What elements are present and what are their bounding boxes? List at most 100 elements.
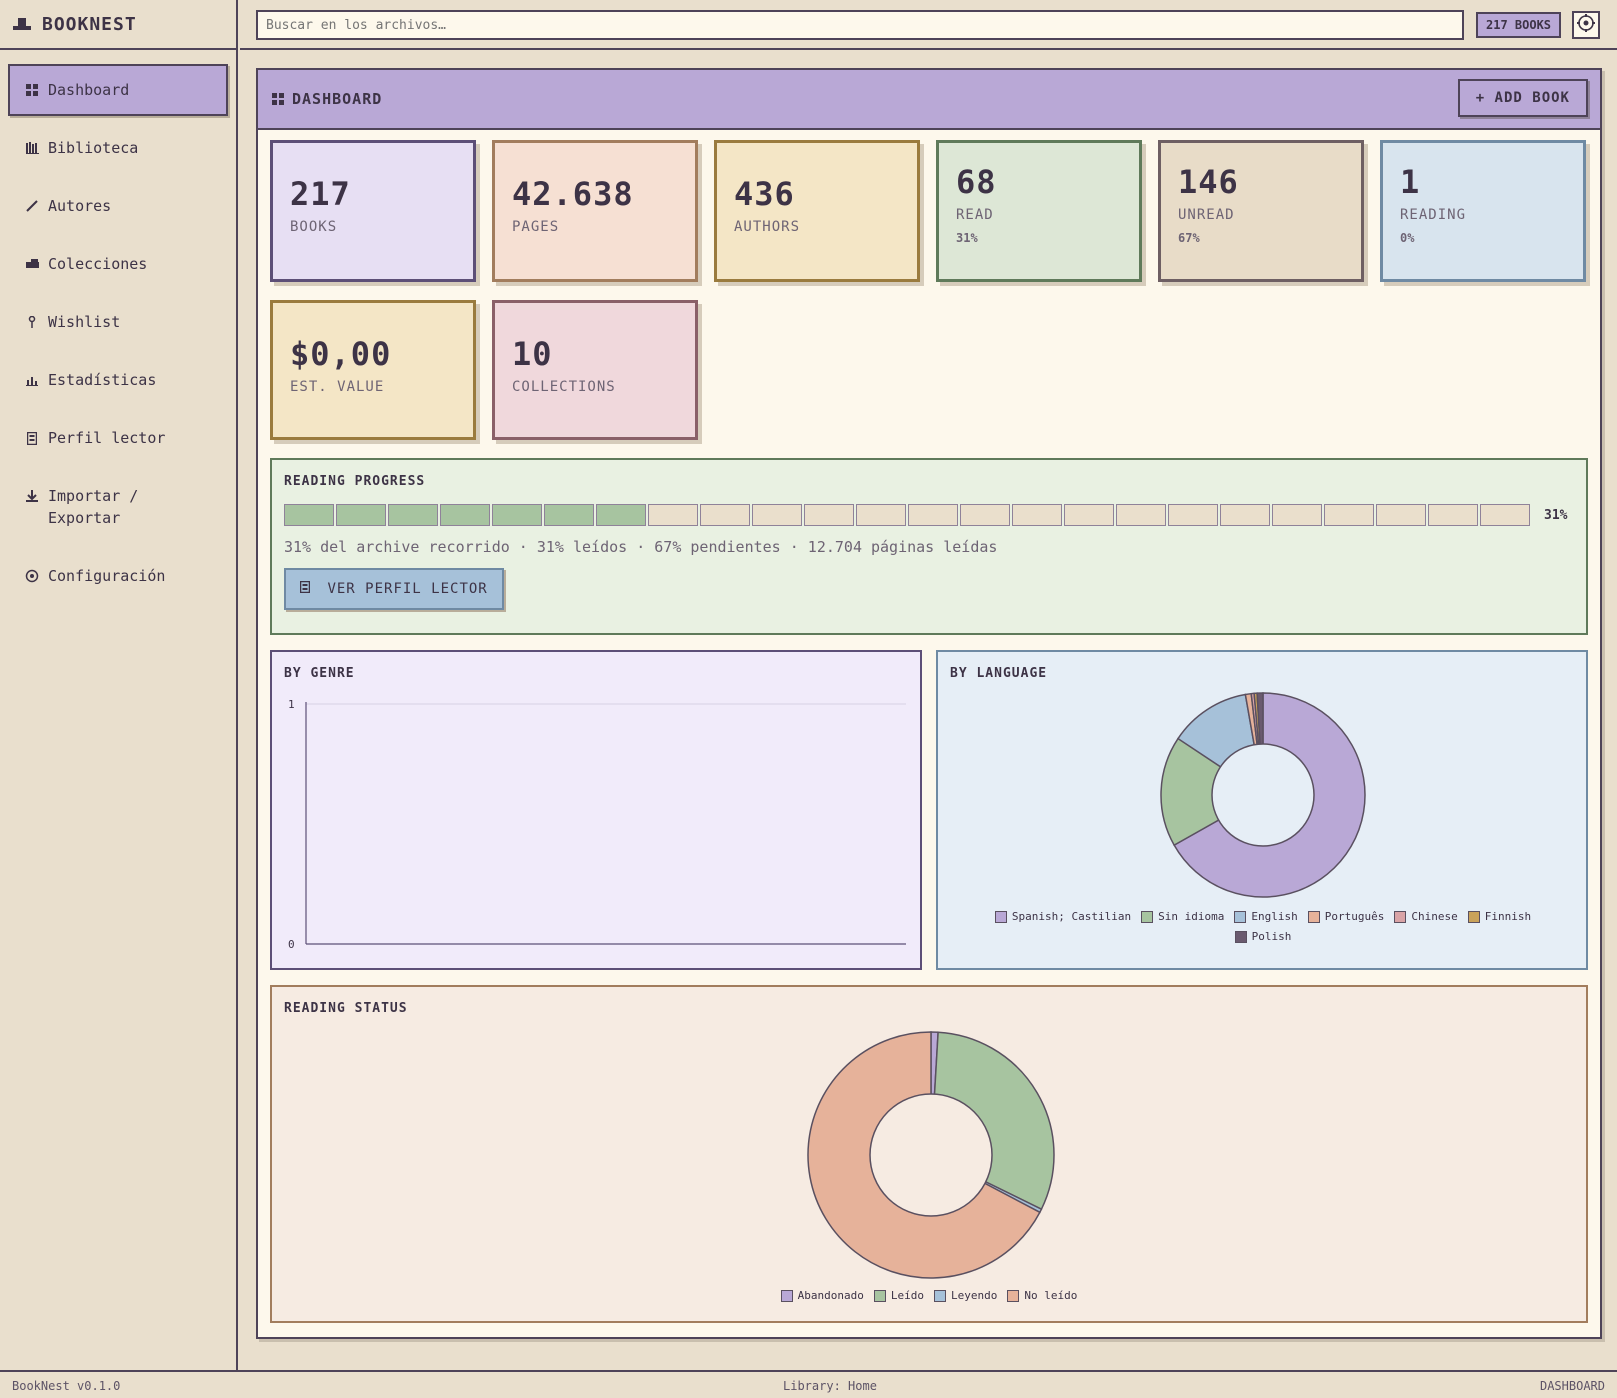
stat-value: 146 [1178,163,1239,201]
legend-swatch [1307,910,1320,923]
progress-segment [388,504,438,526]
topbar: 217 BOOKS [240,0,1617,50]
settings-button[interactable] [1572,11,1600,39]
legend-item[interactable]: No leído [1007,1289,1077,1302]
legend-swatch [1234,930,1247,943]
sidebar-item-colecciones[interactable]: Colecciones [8,238,228,290]
pen-icon [24,195,40,217]
sidebar-item-importar-exportar[interactable]: Importar / Exportar [8,470,228,544]
legend-label: English [1251,910,1298,923]
sidebar-item-estadisticas[interactable]: Estadísticas [8,354,228,406]
stat-sub: 31% [956,231,978,245]
progress-segment [1376,504,1426,526]
stat-label: PAGES [512,219,560,235]
stat-card-unread[interactable]: 146 UNREAD 67% [1158,140,1364,282]
sidebar-item-wishlist[interactable]: Wishlist [8,296,228,348]
progress-segments [284,504,1532,526]
dashboard-panel: DASHBOARD + ADD BOOK 217 BOOKS 42.638 PA… [256,68,1602,1339]
sidebar-item-label: Configuración [48,567,166,585]
books-icon [24,137,40,159]
reading-status-title: READING STATUS [284,1001,408,1016]
legend-item[interactable]: Chinese [1394,910,1458,923]
sidebar-item-autores[interactable]: Autores [8,180,228,232]
search-input[interactable] [256,10,1464,40]
stat-value: 1 [1400,163,1421,201]
stat-card-books[interactable]: 217 BOOKS [270,140,476,282]
chart-icon [24,369,40,391]
sidebar-nav: Dashboard Biblioteca Autores Colecciones… [0,50,236,602]
language-chart-title: BY LANGUAGE [950,666,1048,681]
donut-hole [1211,743,1315,847]
sidebar-item-label: Perfil lector [48,429,166,447]
legend-item[interactable]: Português [1307,910,1384,923]
book-icon [299,580,311,597]
legend-item[interactable]: Abandonado [780,1289,864,1302]
stack-icon [24,253,40,275]
legend-item[interactable]: Leyendo [934,1289,997,1302]
stat-card-est-value[interactable]: $0,00 EST. VALUE [270,300,476,440]
legend-item[interactable]: Polish [1234,930,1291,943]
legend-label: Abandonado [797,1289,864,1302]
sidebar-item-biblioteca[interactable]: Biblioteca [8,122,228,174]
sidebar-item-label: Wishlist [48,313,121,331]
legend-label: Spanish; Castilian [1011,910,1132,923]
legend-swatch [994,910,1007,923]
stat-card-pages[interactable]: 42.638 PAGES [492,140,698,282]
dashboard-grid-icon [272,90,284,109]
brand[interactable]: BOOKNEST [0,0,236,50]
legend-item[interactable]: Leído [873,1289,924,1302]
brand-name: BOOKNEST [42,13,137,35]
sidebar-item-dashboard[interactable]: Dashboard [8,64,228,116]
stat-value: $0,00 [290,335,392,373]
view-reader-profile-button[interactable]: VER PERFIL LECTOR [284,568,504,610]
sidebar-item-label: Dashboard [48,81,130,99]
view-reader-profile-label: VER PERFIL LECTOR [327,581,488,597]
legend-swatch [934,1289,946,1302]
genre-chart: 1 0 [288,698,906,951]
progress-summary: 31% del archive recorrido · 31% leídos ·… [284,538,998,556]
legend-label: No leído [1024,1289,1078,1302]
progress-segment [1272,504,1322,526]
language-legend: Spanish; Castilian Sin idioma English Portu… [958,910,1568,950]
legend-item[interactable]: Spanish; Castilian [994,910,1132,923]
dashboard-header: DASHBOARD + ADD BOOK [258,70,1600,130]
sidebar-item-configuracion[interactable]: Configuración [8,550,228,602]
legend-label: Chinese [1411,910,1458,923]
legend-item[interactable]: English [1234,910,1298,923]
sidebar-item-perfil-lector[interactable]: Perfil lector [8,412,228,464]
grid-icon [24,79,40,101]
add-book-button[interactable]: + ADD BOOK [1457,79,1588,117]
status-bar: BookNest v0.1.0 Library: Home DASHBOARD [0,1370,1617,1398]
legend-swatch [1394,910,1407,923]
reading-status-legend: Abandonado Leído Leyendo No leído [272,1289,1586,1309]
legend-swatch [1234,910,1247,923]
progress-segment [648,504,698,526]
progress-segment [752,504,802,526]
stat-value: 68 [956,163,997,201]
legend-item[interactable]: Finnish [1467,910,1531,923]
progress-bar: 31% [284,504,1567,526]
stat-sub: 67% [1178,231,1200,245]
stat-value: 217 [290,175,351,213]
progress-segment [440,504,490,526]
genre-chart-panel: BY GENRE 1 0 [270,650,922,970]
stat-card-authors[interactable]: 436 AUTHORS [714,140,920,282]
y-tick-label: 1 [288,698,295,711]
sidebar-item-label: Estadísticas [48,371,157,389]
donut-hole [869,1093,993,1217]
books-count-badge: 217 BOOKS [1476,12,1562,38]
stat-label: READ [956,207,994,223]
progress-segment [336,504,386,526]
genre-chart-title: BY GENRE [284,666,355,681]
stat-value: 42.638 [512,175,634,213]
stat-card-reading[interactable]: 1 READING 0% [1380,140,1586,282]
language-donut-chart [1160,692,1366,898]
sidebar: BOOKNEST Dashboard Biblioteca Autores Co… [0,0,238,1370]
reading-status-donut-chart [807,1031,1055,1279]
progress-segment [856,504,906,526]
legend-item[interactable]: Sin idioma [1141,910,1224,923]
stat-card-read[interactable]: 68 READ 31% [936,140,1142,282]
stat-card-collections[interactable]: 10 COLLECTIONS [492,300,698,440]
progress-segment [804,504,854,526]
legend-label: Leyendo [951,1289,998,1302]
